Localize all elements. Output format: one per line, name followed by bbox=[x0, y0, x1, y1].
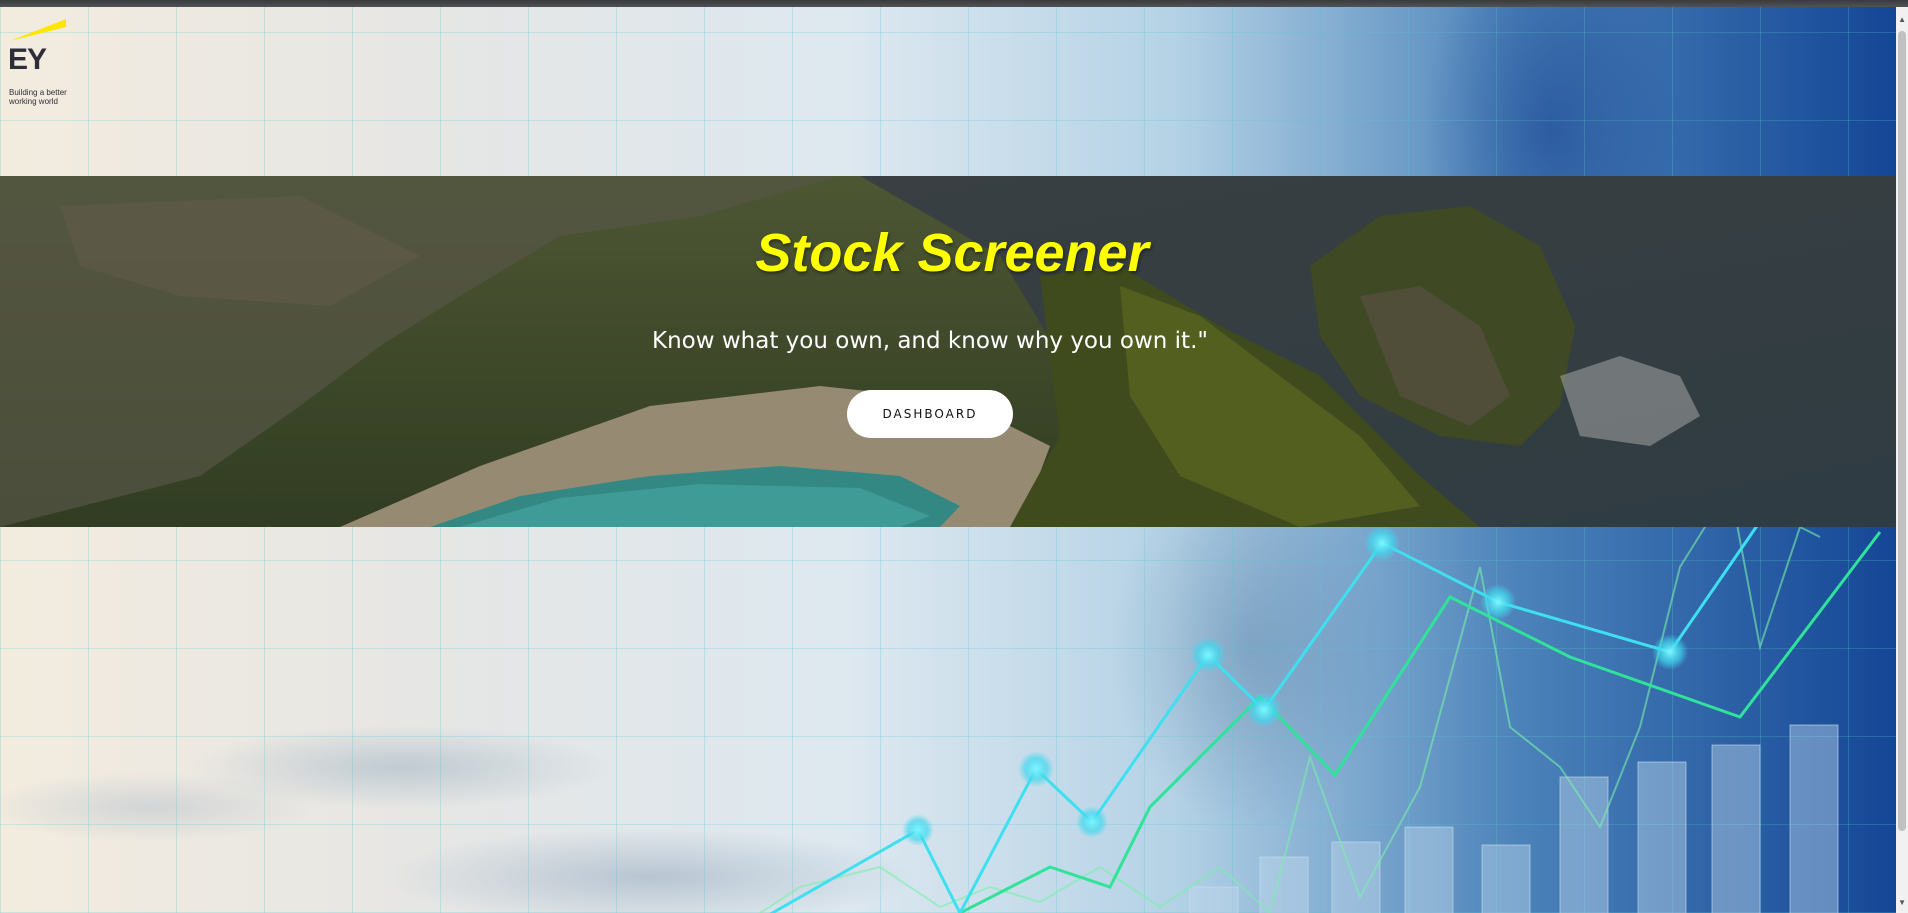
page-title-text: Stock Screener bbox=[755, 223, 1149, 283]
hero-banner: Stock Screener Know what you own, and kn… bbox=[0, 176, 1896, 527]
scroll-up-arrow-icon[interactable]: ▲ bbox=[1898, 15, 1906, 24]
dashboard-button[interactable]: DASHBOARD bbox=[847, 390, 1013, 438]
page-title: Stock Screener bbox=[0, 222, 1896, 284]
ey-logo[interactable]: EY Building a better working world bbox=[8, 15, 88, 106]
scrollbar-thumb[interactable] bbox=[1898, 31, 1906, 831]
logo-text: EY bbox=[8, 43, 47, 76]
page: EY Building a better working world Stock… bbox=[0, 7, 1896, 913]
hero-subtitle-text: Know what you own, and know why you own … bbox=[652, 328, 1208, 354]
browser-top-bar bbox=[0, 0, 1908, 7]
vertical-scrollbar[interactable]: ▲ ▼ bbox=[1896, 7, 1908, 913]
background-bars bbox=[1189, 724, 1839, 913]
logo-beam-icon bbox=[10, 19, 66, 41]
scroll-down-arrow-icon[interactable]: ▼ bbox=[1898, 898, 1906, 907]
logo-tagline: Building a better working world bbox=[9, 88, 67, 106]
hero-subtitle: Know what you own, and know why you own … bbox=[0, 328, 1896, 354]
